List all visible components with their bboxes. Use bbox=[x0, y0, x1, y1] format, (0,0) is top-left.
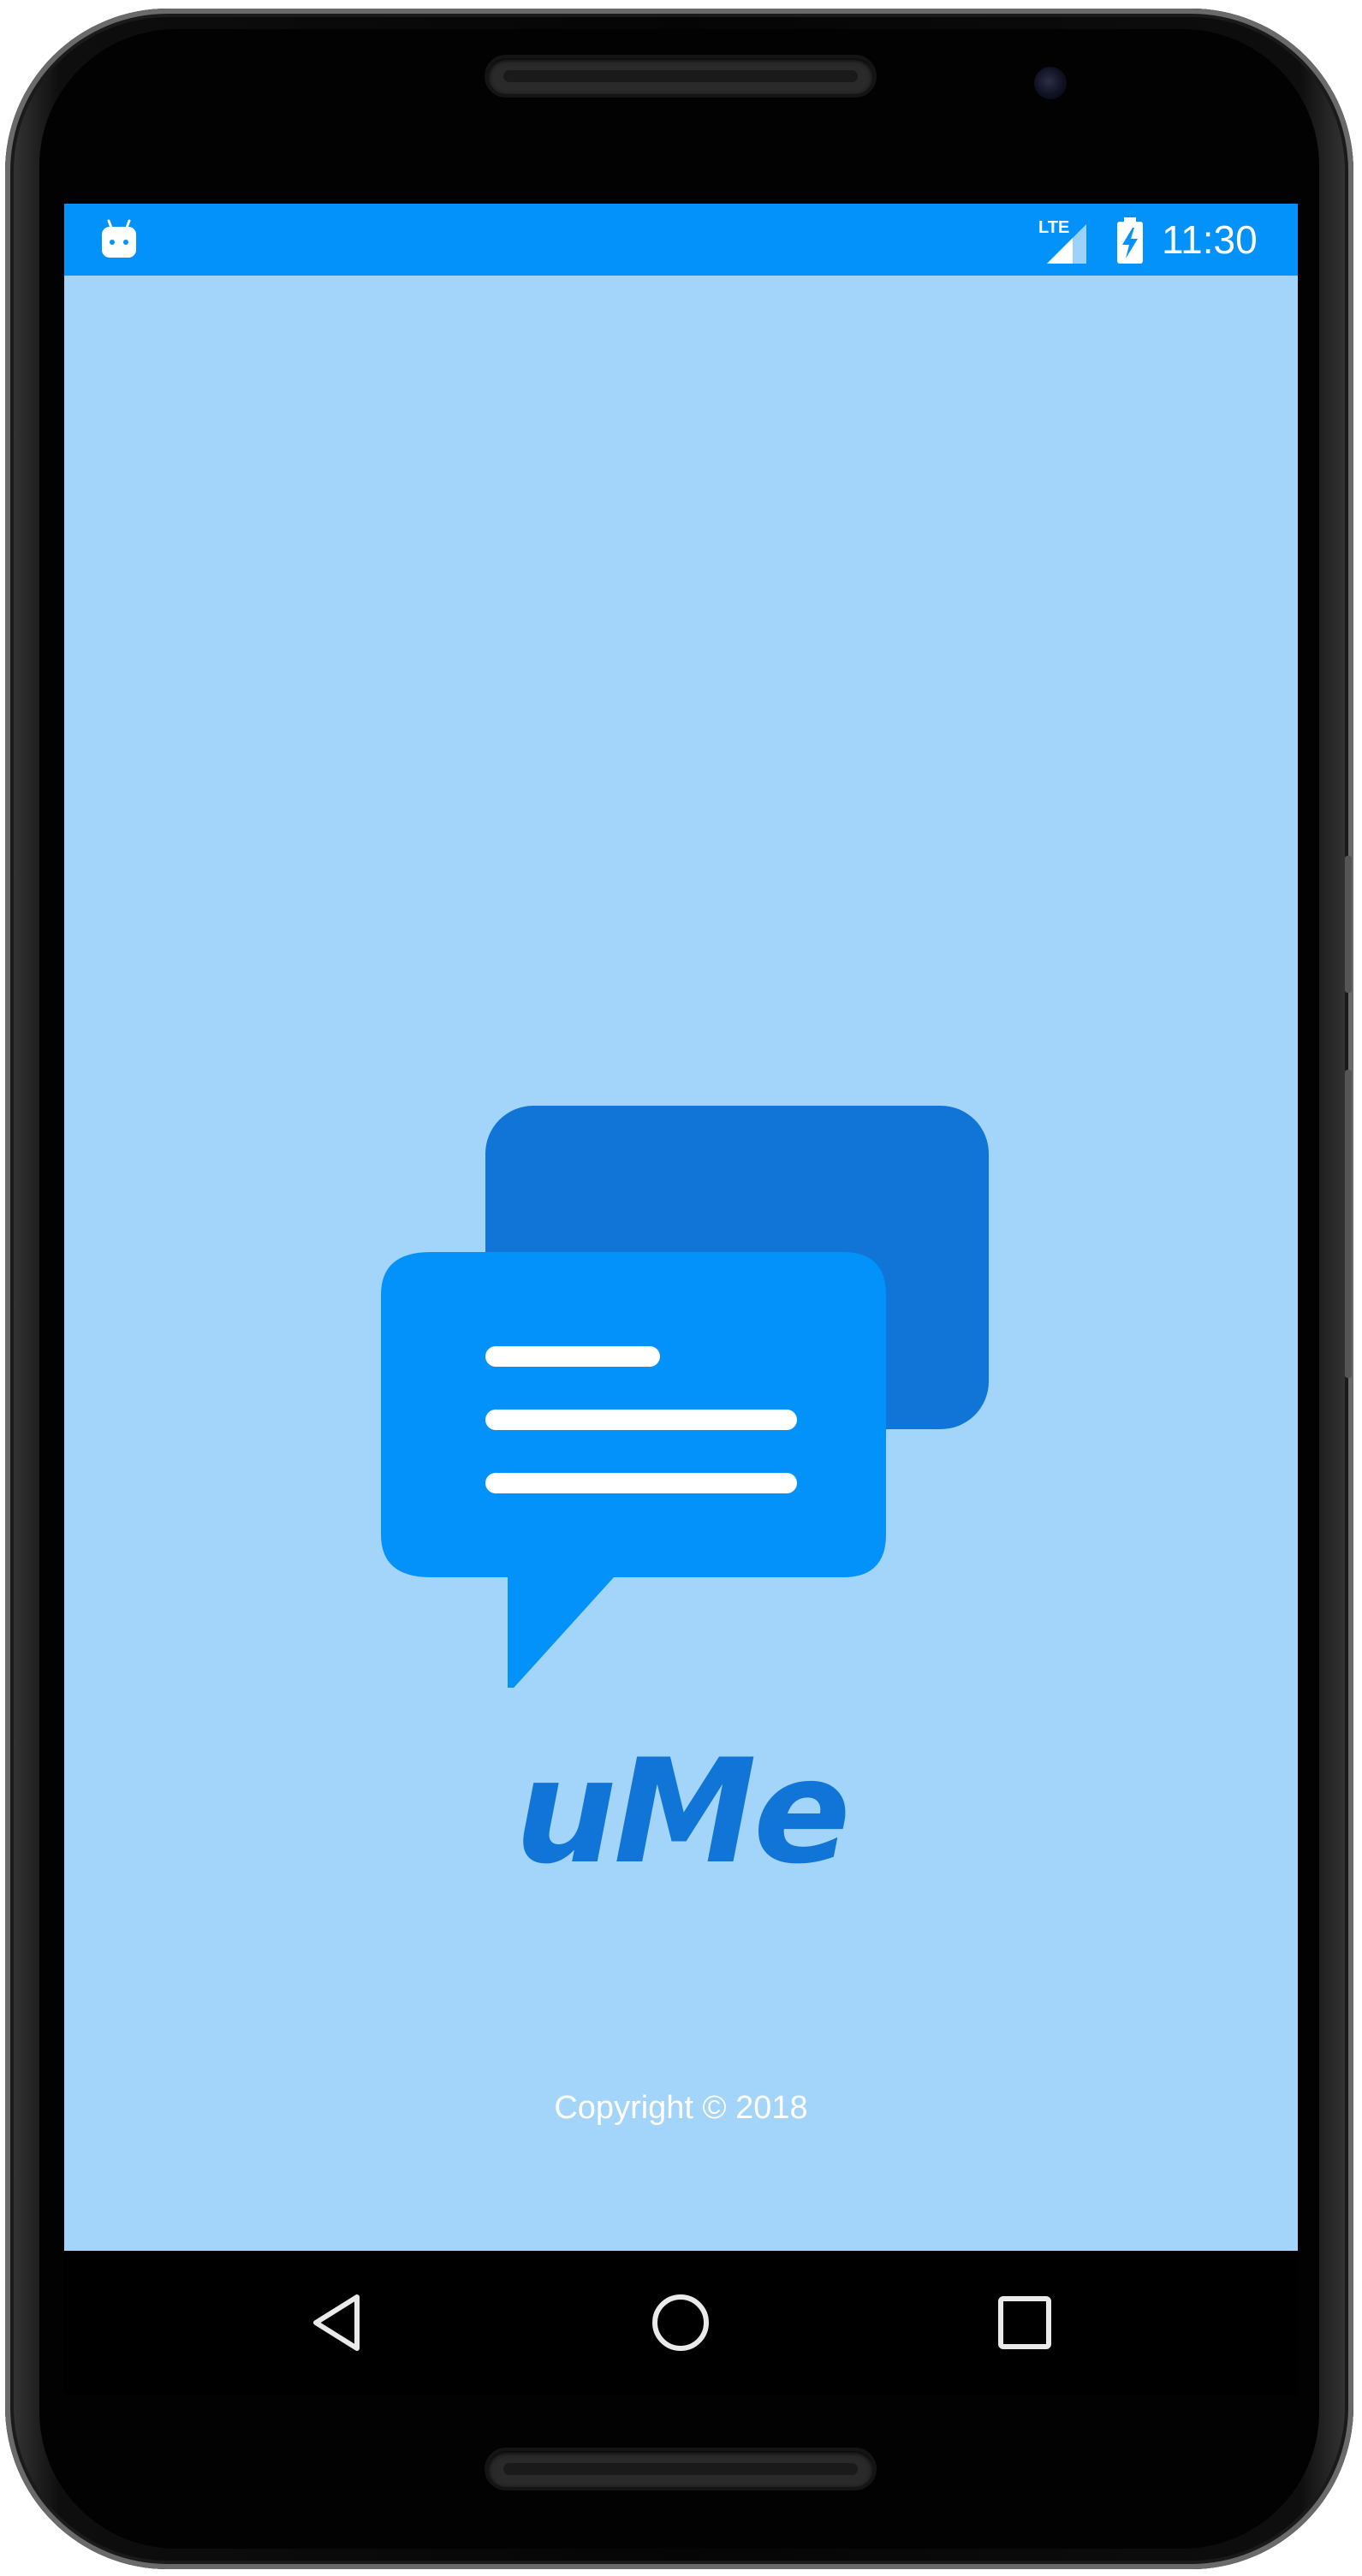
home-icon[interactable] bbox=[648, 2290, 713, 2355]
app-name: uMe bbox=[514, 1728, 851, 1896]
copyright-text: Copyright © 2018 bbox=[554, 2090, 808, 2126]
navigation-bar bbox=[64, 2251, 1298, 2395]
back-icon[interactable] bbox=[306, 2290, 371, 2355]
bottom-speaker bbox=[488, 2451, 873, 2487]
power-button bbox=[1345, 856, 1352, 993]
top-speaker bbox=[488, 58, 873, 94]
front-camera bbox=[1034, 67, 1067, 99]
battery-charging-icon bbox=[1117, 217, 1143, 264]
chat-bubbles-icon bbox=[381, 1106, 989, 1688]
network-type-label: LTE bbox=[1038, 218, 1069, 237]
status-bar: LTE 11:30 bbox=[64, 204, 1298, 276]
volume-button bbox=[1345, 1070, 1352, 1378]
screen: LTE 11:30 uMe Copyright © 2018 bbox=[64, 204, 1298, 2251]
android-debug-icon bbox=[102, 219, 136, 258]
status-clock: 11:30 bbox=[1162, 217, 1258, 262]
lte-signal-icon: LTE bbox=[1038, 218, 1086, 264]
recents-icon[interactable] bbox=[992, 2290, 1057, 2355]
splash-screen: uMe Copyright © 2018 bbox=[64, 276, 1298, 2251]
